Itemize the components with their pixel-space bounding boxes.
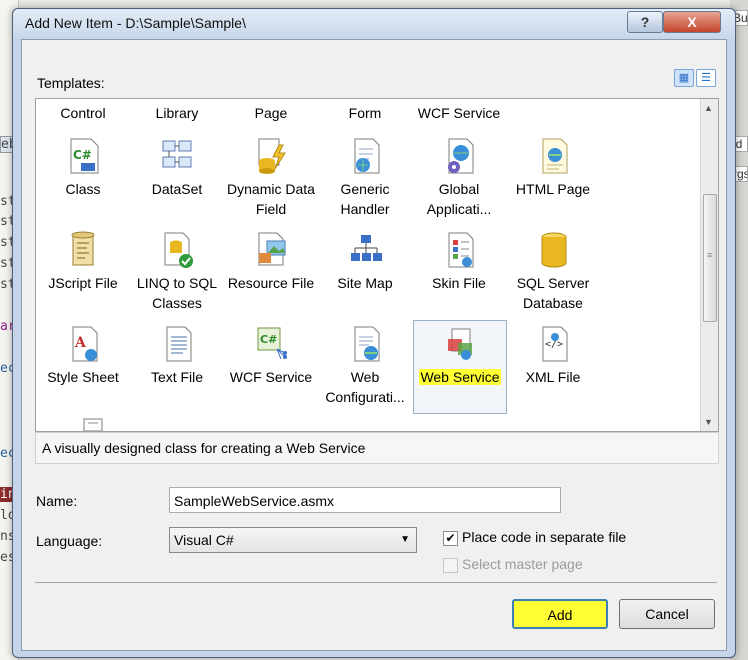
chevron-down-icon: ▼ bbox=[400, 534, 410, 545]
generic-handler-icon bbox=[354, 138, 380, 174]
global-application-icon bbox=[448, 138, 474, 174]
template-item-web-service[interactable]: Web Service bbox=[413, 320, 507, 414]
template-item-global-application[interactable]: Global Applicati... bbox=[413, 133, 505, 223]
template-item-text-file[interactable]: Text File bbox=[131, 321, 223, 411]
web-config-icon bbox=[354, 326, 380, 362]
template-item-resource-file[interactable]: Resource File bbox=[225, 227, 317, 317]
resource-file-icon bbox=[258, 232, 286, 266]
template-name: SQL Server Database bbox=[516, 275, 590, 311]
site-map-icon bbox=[351, 235, 382, 261]
cancel-button[interactable]: Cancel bbox=[619, 599, 715, 629]
help-button[interactable]: ? bbox=[627, 11, 663, 33]
template-item-dataset[interactable]: DataSet bbox=[131, 133, 223, 223]
divider bbox=[35, 582, 717, 583]
template-name: Skin File bbox=[432, 275, 486, 291]
place-code-label[interactable]: Place code in separate file bbox=[462, 529, 626, 545]
xml-file-icon: </> bbox=[542, 326, 568, 362]
jscript-file-icon bbox=[71, 231, 95, 266]
template-name: Web Configurati... bbox=[325, 369, 405, 405]
add-new-item-dialog: Add New Item - D:\Sample\Sample\ ? X Tem… bbox=[12, 8, 736, 658]
template-item-sql-database[interactable]: SQL Server Database bbox=[507, 227, 599, 317]
scroll-thumb[interactable]: ≡ bbox=[703, 194, 717, 322]
template-name: Class bbox=[65, 181, 101, 197]
template-name: DataSet bbox=[151, 181, 203, 197]
skin-file-icon bbox=[448, 232, 474, 268]
template-label-wcf-service[interactable]: WCF Service bbox=[412, 105, 506, 121]
templates-list[interactable]: Control Library Page Form WCF Service C#… bbox=[35, 98, 719, 432]
language-label: Language: bbox=[36, 533, 103, 549]
svg-text:C#: C# bbox=[260, 333, 277, 346]
web-service-icon bbox=[448, 328, 472, 360]
template-item-html-page[interactable]: HTML Page bbox=[507, 133, 599, 223]
name-field[interactable]: SampleWebService.asmx bbox=[169, 487, 561, 513]
web-service-label: Web Service bbox=[419, 369, 501, 385]
template-item-class[interactable]: C# Class bbox=[37, 133, 129, 223]
close-button[interactable]: X bbox=[663, 11, 721, 33]
place-code-checkbox[interactable]: ✔ bbox=[443, 531, 458, 546]
template-name: XML File bbox=[525, 369, 581, 385]
template-item-jscript-file[interactable]: JScript File bbox=[37, 227, 129, 317]
template-description-bar: A visually designed class for creating a… bbox=[35, 432, 719, 464]
name-label: Name: bbox=[36, 493, 78, 509]
html-page-icon bbox=[542, 138, 568, 174]
template-label-control[interactable]: Control bbox=[36, 105, 130, 121]
template-item-skin-file[interactable]: Skin File bbox=[413, 227, 505, 317]
template-item-linq-to-sql[interactable]: LINQ to SQL Classes bbox=[131, 227, 223, 317]
svg-text:C#: C# bbox=[73, 148, 92, 162]
template-name: LINQ to SQL Classes bbox=[136, 275, 218, 311]
template-item-site-map[interactable]: Site Map bbox=[319, 227, 411, 317]
template-name: Web Service bbox=[414, 367, 506, 387]
template-label-page[interactable]: Page bbox=[224, 105, 318, 121]
template-name: Style Sheet bbox=[47, 369, 119, 385]
partial-template-icon bbox=[83, 418, 103, 431]
dataset-icon bbox=[162, 140, 192, 168]
template-item-xml-file[interactable]: </> XML File bbox=[507, 321, 599, 411]
add-button[interactable]: Add bbox=[512, 599, 608, 629]
dialog-client-area: Templates: ▦ ☰ Control Library Page Form… bbox=[21, 39, 727, 651]
templates-label: Templates: bbox=[37, 75, 105, 91]
text-file-icon bbox=[166, 326, 192, 362]
template-item-generic-handler[interactable]: Generic Handler bbox=[319, 133, 411, 223]
template-item-web-configuration[interactable]: Web Configurati... bbox=[319, 321, 411, 411]
template-name: Resource File bbox=[227, 275, 315, 291]
template-name: JScript File bbox=[48, 275, 118, 291]
svg-text:A: A bbox=[74, 335, 87, 351]
template-description: A visually designed class for creating a… bbox=[42, 440, 366, 456]
template-item-wcf-service[interactable]: C# WCF Service bbox=[225, 321, 317, 411]
template-item-dynamic-data-field[interactable]: Dynamic Data Field bbox=[225, 133, 317, 223]
dialog-title: Add New Item - D:\Sample\Sample\ bbox=[25, 15, 246, 31]
template-name: Text File bbox=[150, 369, 204, 385]
style-sheet-icon: A bbox=[72, 326, 98, 362]
linq-to-sql-icon bbox=[164, 232, 193, 268]
csharp-class-icon: C# bbox=[70, 138, 99, 174]
template-name: HTML Page bbox=[515, 181, 591, 197]
template-label-form[interactable]: Form bbox=[318, 105, 412, 121]
template-item-style-sheet[interactable]: A Style Sheet bbox=[37, 321, 129, 411]
sql-database-icon bbox=[541, 232, 567, 268]
scroll-down-icon[interactable]: ▼ bbox=[704, 417, 713, 427]
title-bar[interactable]: Add New Item - D:\Sample\Sample\ ? X bbox=[13, 9, 735, 39]
language-select[interactable]: Visual C# ▼ bbox=[169, 527, 417, 553]
large-icons-view-icon[interactable]: ▦ bbox=[674, 69, 694, 87]
template-name: Site Map bbox=[337, 275, 393, 291]
master-page-label[interactable]: Select master page bbox=[462, 556, 583, 572]
master-page-checkbox[interactable] bbox=[443, 558, 458, 573]
scroll-up-icon[interactable]: ▲ bbox=[704, 103, 713, 113]
templates-scrollbar[interactable]: ▲ ≡ ▼ bbox=[700, 99, 718, 431]
template-name: Global Applicati... bbox=[426, 181, 492, 217]
template-name: Generic Handler bbox=[340, 181, 390, 217]
small-icons-view-icon[interactable]: ☰ bbox=[696, 69, 716, 87]
wcf-service-icon: C# bbox=[257, 327, 287, 360]
template-name: Dynamic Data Field bbox=[227, 181, 315, 217]
template-label-library[interactable]: Library bbox=[130, 105, 224, 121]
template-name: WCF Service bbox=[229, 369, 313, 385]
dynamic-data-field-icon bbox=[258, 138, 286, 174]
language-value: Visual C# bbox=[174, 532, 234, 548]
